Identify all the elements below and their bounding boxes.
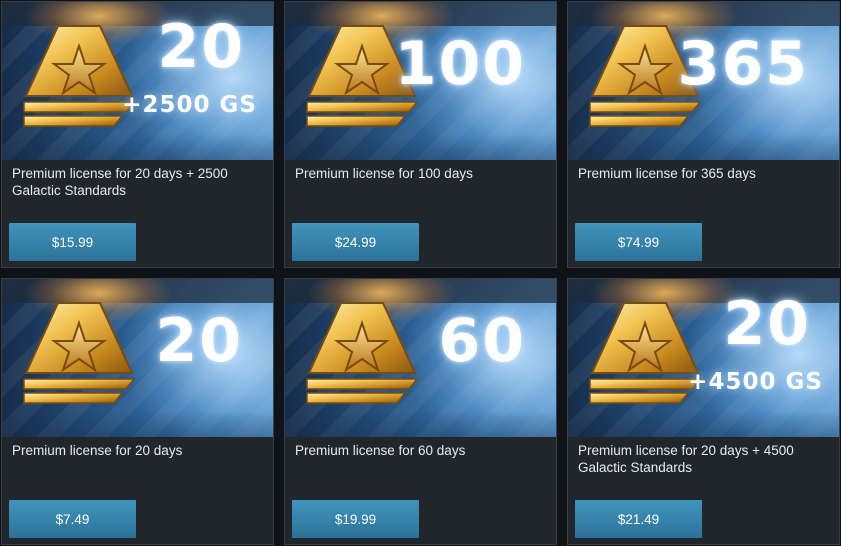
premium-star-badge-icon	[23, 302, 136, 404]
buy-button[interactable]: $24.99	[292, 223, 419, 261]
banner-shade	[285, 134, 556, 160]
license-card: 60 Premium license for 60 days $19.99	[284, 278, 557, 545]
license-description: Premium license for 60 days	[295, 443, 466, 458]
license-banner: 20 +2500 GS	[2, 2, 273, 160]
license-banner: 20 +4500 GS	[568, 279, 839, 437]
license-banner: 20	[2, 279, 273, 437]
banner-shade	[285, 411, 556, 437]
premium-star-badge-icon	[306, 302, 419, 404]
buy-button[interactable]: $19.99	[292, 500, 419, 538]
banner-shade	[568, 134, 839, 160]
license-description: Premium license for 20 days	[12, 443, 183, 458]
license-card: 20 Premium license for 20 days $7.49	[1, 278, 274, 545]
license-days-number: 20	[155, 306, 243, 376]
license-description: Premium license for 20 days + 4500 Galac…	[578, 443, 794, 475]
license-banner: 100	[285, 2, 556, 160]
license-grid: 20 +2500 GS Premium license for 20 days …	[0, 0, 841, 546]
buy-button[interactable]: $15.99	[9, 223, 136, 261]
license-days-number: 20	[723, 289, 811, 359]
license-days-number: 20	[157, 12, 245, 82]
license-banner: 365	[568, 2, 839, 160]
premium-star-badge-icon	[589, 302, 702, 404]
buy-button[interactable]: $74.99	[575, 223, 702, 261]
buy-button[interactable]: $21.49	[575, 500, 702, 538]
license-days-number: 100	[394, 29, 526, 99]
premium-star-badge-icon	[23, 25, 136, 127]
license-card: 20 +2500 GS Premium license for 20 days …	[1, 1, 274, 268]
buy-button[interactable]: $7.49	[9, 500, 136, 538]
license-card: 365 Premium license for 365 days $74.99	[567, 1, 840, 268]
license-description: Premium license for 365 days	[578, 166, 756, 181]
license-days-number: 60	[438, 306, 526, 376]
license-banner: 60	[285, 279, 556, 437]
license-days-number: 365	[677, 29, 809, 99]
banner-shade	[2, 411, 273, 437]
banner-shade	[2, 134, 273, 160]
banner-shade	[568, 411, 839, 437]
license-bonus: +2500 GS	[122, 92, 257, 118]
license-bonus: +4500 GS	[688, 369, 823, 395]
license-card: 20 +4500 GS Premium license for 20 days …	[567, 278, 840, 545]
license-description: Premium license for 20 days + 2500 Galac…	[12, 166, 228, 198]
license-card: 100 Premium license for 100 days $24.99	[284, 1, 557, 268]
license-description: Premium license for 100 days	[295, 166, 473, 181]
